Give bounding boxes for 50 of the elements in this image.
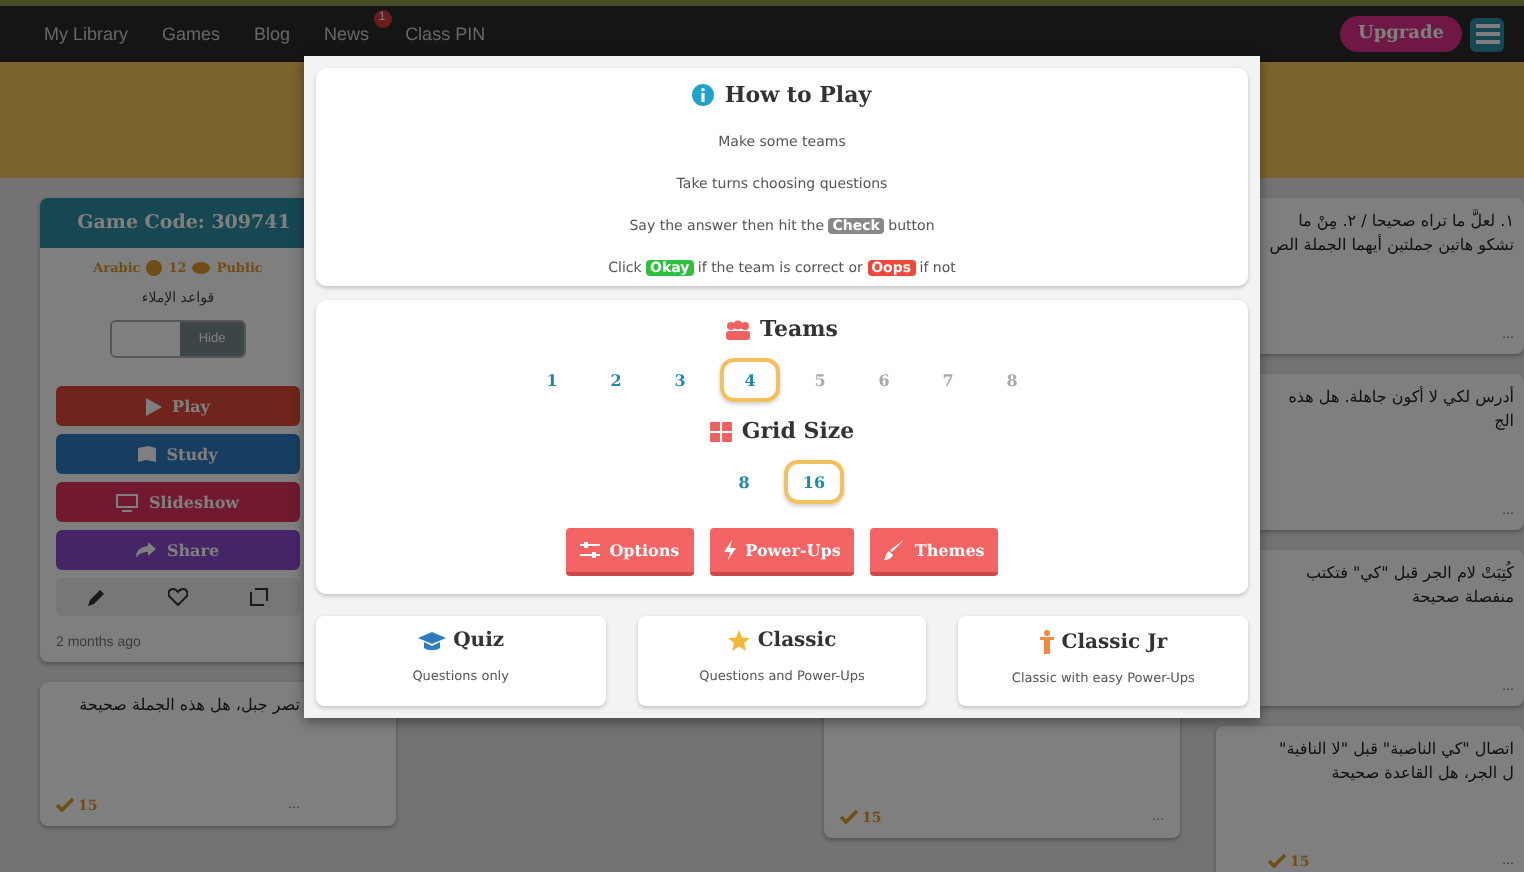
info-icon: [692, 84, 715, 106]
slideshow-button[interactable]: Slideshow: [56, 482, 300, 522]
team-count-option[interactable]: 4: [720, 358, 780, 402]
pencil-icon[interactable]: [87, 588, 106, 606]
play-button[interactable]: Play: [56, 386, 300, 426]
menu-icon: [1475, 24, 1499, 44]
graduation-cap-icon: [417, 631, 446, 651]
section-title: Teams: [760, 316, 838, 342]
question-text: ١. لعلَّ ما تراه صحيحا / ٢. مِنْ ما تشكو هاتين جملتين أيهما الجملة الص: [1268, 210, 1514, 258]
check-icon: [56, 798, 74, 812]
sliders-icon: [579, 542, 600, 558]
mode-title: Quiz: [453, 630, 505, 652]
study-button[interactable]: Study: [56, 434, 300, 474]
play-icon: [146, 397, 163, 415]
question-text: كُتِبَتْ لام الجر قبل "كي" فتكتب منفصلة صحيحة: [1303, 562, 1514, 610]
lightning-icon: [723, 540, 736, 560]
themes-button[interactable]: Themes: [870, 528, 999, 576]
star-icon: [727, 630, 750, 652]
section-title: How to Play: [724, 82, 872, 108]
grid-size-option[interactable]: 16: [784, 460, 844, 504]
nav-link[interactable]: News: [324, 24, 370, 44]
child-icon: [1039, 630, 1054, 654]
grid-size-option[interactable]: 8: [720, 460, 768, 504]
nav-link[interactable]: Blog: [254, 24, 291, 44]
team-count-option[interactable]: 1: [528, 358, 576, 402]
check-icon: [840, 810, 858, 824]
people-icon: [726, 319, 751, 339]
team-count-option[interactable]: 3: [656, 358, 704, 402]
upgrade-button[interactable]: Upgrade: [1339, 16, 1462, 52]
section-title: Grid Size: [741, 418, 855, 444]
mode-title: Classic: [757, 630, 837, 652]
brush-icon: [884, 540, 905, 560]
powerups-button[interactable]: Power-Ups: [709, 528, 855, 576]
question-text: أدرس لكي لا أكون جاهلة. هل هذه الج: [1286, 386, 1514, 434]
question-text: اتصال "كي الناصبة" قبل "لا النافية" ل الجر، هل القاعدة صحيحة: [1277, 738, 1514, 786]
team-count-option[interactable]: 2: [592, 358, 640, 402]
nav-link[interactable]: Class PIN: [405, 24, 486, 44]
share-button[interactable]: Share: [56, 530, 300, 570]
share-arrow-icon: [136, 542, 157, 558]
options-button[interactable]: Options: [565, 528, 694, 576]
check-icon: [1268, 854, 1286, 868]
book-icon: [138, 446, 157, 462]
grid-icon: [709, 421, 732, 441]
nav-link[interactable]: My Library: [44, 24, 129, 44]
question-text: تصر جبل، هل هذه الجملة صحيحة: [77, 694, 300, 718]
monitor-icon: [116, 493, 139, 511]
heart-icon[interactable]: [167, 588, 188, 606]
nav-link[interactable]: Games: [162, 24, 221, 44]
menu-button[interactable]: [1470, 17, 1504, 51]
mode-title: Classic Jr: [1061, 631, 1168, 653]
